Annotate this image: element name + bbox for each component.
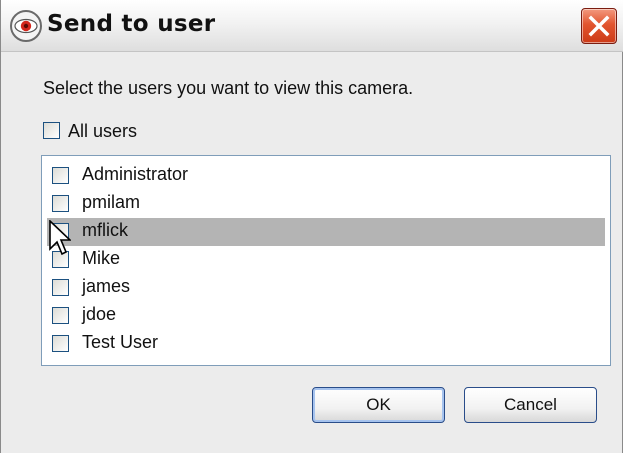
list-item-jdoe[interactable]: jdoe (47, 302, 605, 330)
users-list[interactable]: Administrator pmilam mflick Mike james j… (41, 155, 611, 366)
user-label: jdoe (82, 304, 117, 324)
list-item-mike[interactable]: Mike (47, 246, 605, 274)
list-item-test-user[interactable]: Test User (47, 330, 605, 358)
user-checkbox[interactable] (52, 279, 69, 296)
send-to-user-dialog: Send to user Select the users you want t… (0, 0, 623, 453)
instruction-text: Select the users you want to view this c… (43, 78, 414, 98)
user-checkbox[interactable] (52, 195, 69, 212)
user-checkbox[interactable] (52, 167, 69, 184)
user-checkbox[interactable] (52, 307, 69, 324)
user-label: james (82, 276, 131, 296)
mouse-pointer-icon (49, 220, 71, 256)
ok-button[interactable]: OK (312, 387, 445, 423)
all-users-checkbox[interactable] (43, 122, 60, 139)
all-users-label[interactable]: All users (68, 121, 137, 142)
list-item-mflick[interactable]: mflick (47, 218, 605, 246)
title-bar[interactable]: Send to user (1, 0, 623, 52)
user-label: mflick (82, 220, 128, 240)
window-title: Send to user (47, 11, 216, 37)
user-label: pmilam (82, 192, 141, 212)
user-label: Test User (82, 332, 159, 352)
list-item-administrator[interactable]: Administrator (47, 162, 605, 190)
close-button[interactable] (581, 8, 617, 44)
user-checkbox[interactable] (52, 335, 69, 352)
user-label: Administrator (82, 164, 189, 184)
list-item-pmilam[interactable]: pmilam (47, 190, 605, 218)
cancel-button[interactable]: Cancel (464, 387, 597, 423)
list-item-james[interactable]: james (47, 274, 605, 302)
close-icon (588, 15, 610, 37)
user-label: Mike (82, 248, 121, 268)
eye-icon (10, 10, 42, 42)
